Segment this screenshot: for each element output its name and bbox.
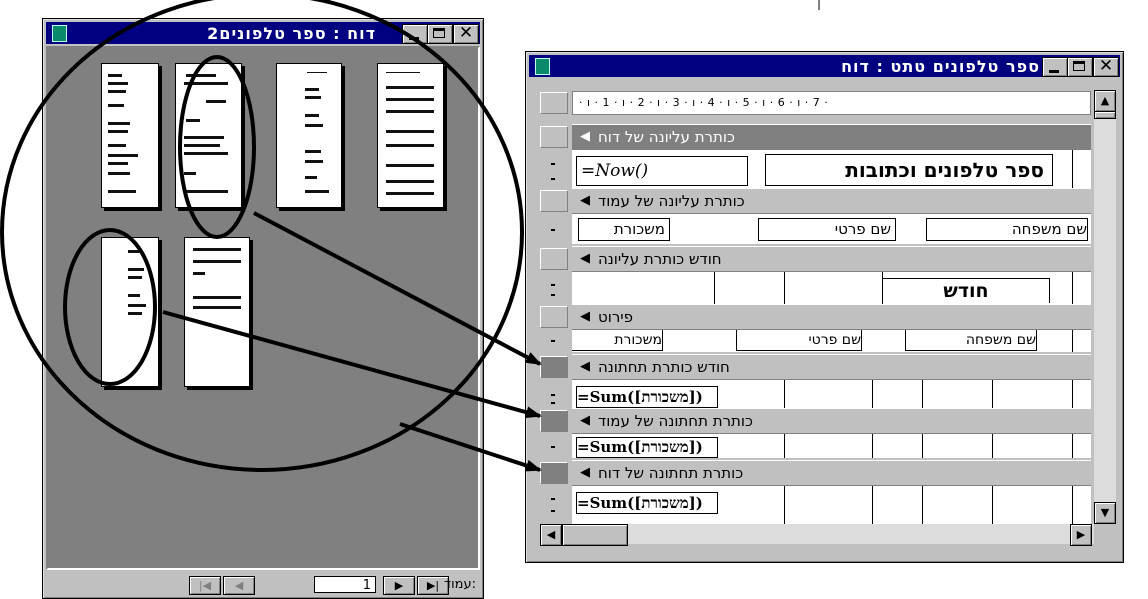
page-thumbnail[interactable]: [101, 237, 159, 387]
sum-suffix: ): [695, 438, 703, 456]
section-arrow-icon: ◀: [580, 309, 590, 324]
sum-salary-textbox[interactable]: =Sum([משכורת]): [576, 386, 718, 408]
section-selector[interactable]: [540, 248, 568, 270]
next-page-button[interactable]: ▶: [383, 576, 415, 595]
now-textbox[interactable]: =Now(): [576, 156, 748, 186]
scroll-thumb[interactable]: [562, 524, 628, 546]
section-arrow-icon: ◀: [580, 465, 590, 480]
design-window-title: ספר טלפונים טתט : דוח: [841, 57, 1040, 76]
section-page-header[interactable]: ◀ כותרת עליונה של עמוד: [572, 188, 1091, 214]
sum-salary-textbox[interactable]: =Sum([משכורת]): [576, 437, 718, 458]
first-page-button[interactable]: |◀: [189, 576, 221, 595]
vertical-scrollbar[interactable]: ▲ ▼: [1094, 90, 1116, 524]
section-arrow-icon: ◀: [580, 251, 590, 266]
section-label: כותרת עליונה של דוח: [598, 128, 735, 146]
salary-header-label[interactable]: משכורת: [578, 218, 670, 241]
scroll-thumb[interactable]: [1094, 111, 1116, 119]
section-report-footer[interactable]: ◀ כותרת תחתונה של דוח: [572, 460, 1091, 486]
maximize-button[interactable]: [1067, 57, 1093, 77]
page-thumbnail[interactable]: [276, 63, 342, 208]
sum-suffix: ): [695, 494, 703, 512]
scroll-up-button[interactable]: ▲: [1094, 90, 1116, 112]
scroll-down-button[interactable]: ▼: [1094, 502, 1116, 524]
sum-salary-textbox[interactable]: =Sum([משכורת]): [576, 492, 718, 514]
page-footer-band: =Sum([משכורת]): [572, 434, 1091, 458]
design-titlebar[interactable]: ספר טלפונים טתט : דוח ✕: [529, 55, 1120, 77]
section-detail[interactable]: ◀ פירוט: [572, 304, 1091, 330]
sum-prefix: =Sum(: [577, 388, 635, 406]
section-selector[interactable]: [540, 126, 568, 148]
sum-prefix: =Sum(: [577, 438, 635, 456]
detail-band: משכורת שם פרטי שם משפחה: [572, 330, 1091, 352]
month-header-band: חודש: [572, 272, 1091, 304]
section-month-footer[interactable]: ◀ חודש כותרת תחתונה: [572, 354, 1091, 380]
last-name-header-label[interactable]: שם משפחה: [926, 218, 1088, 241]
scroll-right-button[interactable]: ▶: [1070, 524, 1092, 546]
top-mark: |: [817, 0, 822, 10]
scroll-left-button[interactable]: ◀: [540, 524, 562, 546]
horizontal-scrollbar[interactable]: ◀ ▶: [540, 524, 1094, 546]
close-button[interactable]: ✕: [453, 23, 479, 44]
report-selector[interactable]: [540, 92, 568, 114]
report-app-icon: [535, 58, 550, 75]
section-report-header[interactable]: ◀ כותרת עליונה של דוח: [572, 124, 1091, 150]
section-page-footer[interactable]: ◀ כותרת תחתונה של עמוד: [572, 408, 1091, 434]
section-selector[interactable]: [540, 462, 568, 484]
minimize-button[interactable]: [1042, 57, 1068, 77]
report-footer-band: =Sum([משכורת]): [572, 486, 1091, 524]
section-selector[interactable]: [540, 356, 568, 378]
sum-field: [משכורת]: [634, 438, 696, 456]
maximize-button[interactable]: [427, 24, 453, 44]
section-label: כותרת תחתונה של עמוד: [598, 412, 753, 430]
scroll-corner: [1094, 524, 1116, 544]
page-thumbnail[interactable]: [101, 63, 159, 208]
page-label: עמוד:: [444, 577, 476, 592]
page-thumbnail[interactable]: [175, 63, 242, 208]
section-label: פירוט: [598, 308, 634, 326]
section-selector[interactable]: [540, 190, 568, 212]
horizontal-ruler: · ı · 1 · ı · 2 · ı · 3 · ı · 4 · ı · 5 …: [572, 91, 1091, 115]
section-selector[interactable]: [540, 306, 568, 328]
section-selector[interactable]: [540, 410, 568, 432]
month-textbox[interactable]: חודש: [882, 278, 1050, 303]
report-header-band: =Now() ספר טלפונים וכתובות: [572, 150, 1091, 188]
sum-suffix: ): [695, 388, 703, 406]
close-button[interactable]: ✕: [1093, 56, 1119, 77]
section-arrow-icon: ◀: [580, 193, 590, 208]
page-thumbnail[interactable]: [377, 63, 444, 208]
month-footer-band: =Sum([משכורת]): [572, 380, 1091, 408]
section-arrow-icon: ◀: [580, 129, 590, 144]
salary-textbox[interactable]: משכורת: [572, 330, 663, 351]
preview-window-title: דוח : ספר טלפונים2: [207, 24, 376, 43]
first-name-header-label[interactable]: שם פרטי: [758, 218, 896, 241]
print-preview-window: דוח : ספר טלפונים2 ✕ |◀ ◀ 1 ▶ ▶| עמוד:: [42, 18, 484, 599]
page-number-input[interactable]: 1: [314, 576, 376, 593]
minimize-button[interactable]: [402, 24, 428, 44]
preview-pages-area: [46, 46, 480, 570]
section-label: כותרת עליונה של עמוד: [598, 192, 745, 210]
report-app-icon: [52, 25, 67, 42]
sum-field: [משכורת]: [634, 494, 696, 512]
page-navigation-bar: |◀ ◀ 1 ▶ ▶| עמוד:: [46, 573, 480, 595]
page-header-band: משכורת שם פרטי שם משפחה: [572, 214, 1091, 244]
section-label: כותרת תחתונה של דוח: [598, 464, 744, 482]
prev-page-button[interactable]: ◀: [223, 576, 255, 595]
section-label: חודש כותרת עליונה: [598, 250, 722, 268]
first-name-textbox[interactable]: שם פרטי: [736, 330, 862, 351]
section-arrow-icon: ◀: [580, 413, 590, 428]
section-arrow-icon: ◀: [580, 359, 590, 374]
section-label: חודש כותרת תחתונה: [598, 358, 730, 376]
preview-titlebar[interactable]: דוח : ספר טלפונים2 ✕: [46, 22, 480, 44]
section-month-header[interactable]: ◀ חודש כותרת עליונה: [572, 246, 1091, 272]
last-name-textbox[interactable]: שם משפחה: [905, 330, 1037, 351]
sum-field: [משכורת]: [634, 388, 696, 406]
report-title-label[interactable]: ספר טלפונים וכתובות: [765, 154, 1053, 186]
sum-prefix: =Sum(: [577, 494, 635, 512]
page-thumbnail[interactable]: [184, 237, 250, 387]
